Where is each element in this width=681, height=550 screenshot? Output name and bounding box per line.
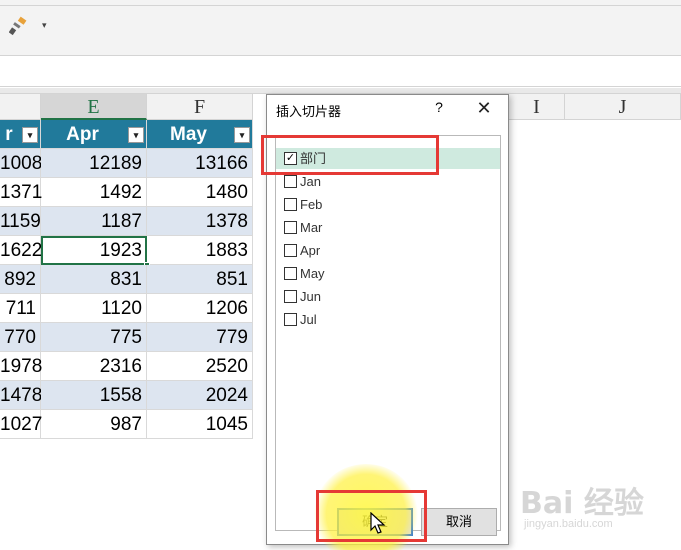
table-row: 1371 1492 1480 xyxy=(0,178,266,207)
table-row: 1027 987 1045 xyxy=(0,410,266,439)
filter-dropdown-icon[interactable]: ▾ xyxy=(22,127,38,143)
highlight-box-department xyxy=(261,135,439,175)
table-cell[interactable]: 831 xyxy=(41,265,147,294)
table-row: 711 1120 1206 xyxy=(0,294,266,323)
checkbox-icon[interactable] xyxy=(284,198,297,211)
table-cell[interactable]: 2316 xyxy=(41,352,147,381)
table-cell[interactable]: 2520 xyxy=(147,352,253,381)
list-item-jul[interactable]: Jul xyxy=(276,309,500,330)
list-item-jun[interactable]: Jun xyxy=(276,286,500,307)
table-cell[interactable]: 711 xyxy=(0,294,41,323)
format-painter-icon[interactable] xyxy=(9,16,29,36)
column-header-e[interactable]: E xyxy=(41,94,147,120)
table-row: 1478 1558 2024 xyxy=(0,381,266,410)
list-item-label: May xyxy=(300,266,325,281)
table-cell[interactable]: 987 xyxy=(41,410,147,439)
table-cell[interactable]: 1045 xyxy=(147,410,253,439)
header-label: r xyxy=(5,124,13,145)
list-item-label: Feb xyxy=(300,197,323,212)
field-list: ✓ 部门 Jan Feb Mar Apr May Jun Jul xyxy=(275,135,501,531)
table-cell[interactable]: 1883 xyxy=(147,236,253,265)
table-row: 1008 12189 13166 xyxy=(0,149,266,178)
list-item-may[interactable]: May xyxy=(276,263,500,284)
list-item-apr[interactable]: Apr xyxy=(276,240,500,261)
table-row: 892 831 851 xyxy=(0,265,266,294)
watermark-logo: Bai 经验 xyxy=(520,486,644,521)
table-cell[interactable]: 1120 xyxy=(41,294,147,323)
column-header-j[interactable]: J xyxy=(565,94,681,120)
checkbox-icon[interactable] xyxy=(284,290,297,303)
filter-dropdown-icon[interactable]: ▾ xyxy=(234,127,250,143)
table-cell[interactable]: 1206 xyxy=(147,294,253,323)
column-header-i[interactable]: I xyxy=(509,94,565,120)
table-header-cell[interactable]: r ▾ xyxy=(0,120,41,149)
column-header-d[interactable] xyxy=(0,94,41,120)
table-cell[interactable]: 1187 xyxy=(41,207,147,236)
dialog-title: 插入切片器 xyxy=(276,104,342,119)
table-cell[interactable]: 1558 xyxy=(41,381,147,410)
table-cell[interactable]: 1480 xyxy=(147,178,253,207)
table-row: 1978 2316 2520 xyxy=(0,352,266,381)
list-item-label: Apr xyxy=(300,243,321,258)
filter-dropdown-icon[interactable]: ▾ xyxy=(128,127,144,143)
list-item-label: Jun xyxy=(300,289,321,304)
watermark-url: jingyan.baidu.com xyxy=(524,518,613,530)
header-label: Apr xyxy=(66,124,99,145)
table-cell[interactable]: 1378 xyxy=(147,207,253,236)
help-button[interactable]: ? xyxy=(431,99,447,117)
list-item-label: Jul xyxy=(300,312,317,327)
table-header-cell[interactable]: May ▾ xyxy=(147,120,253,149)
table-cell[interactable]: 1008 xyxy=(0,149,42,178)
checkbox-icon[interactable] xyxy=(284,244,297,257)
table-cell[interactable]: 770 xyxy=(0,323,41,352)
table-row: 1622 1923 1883 xyxy=(0,236,266,265)
table-cell[interactable]: 1978 xyxy=(0,352,42,381)
table-cell[interactable]: 1622 xyxy=(0,236,42,265)
table-cell[interactable]: 779 xyxy=(147,323,253,352)
checkbox-icon[interactable] xyxy=(284,175,297,188)
close-button[interactable]: ✕ xyxy=(473,97,495,119)
table-cell[interactable]: 12189 xyxy=(41,149,147,178)
active-cell[interactable]: 1923 xyxy=(41,236,147,265)
table-cell[interactable]: 892 xyxy=(0,265,41,294)
table-cell[interactable]: 1159 xyxy=(0,207,41,236)
table-row: 1159 1187 1378 xyxy=(0,207,266,236)
checkbox-icon[interactable] xyxy=(284,313,297,326)
table-cell[interactable]: 2024 xyxy=(147,381,253,410)
table-row: 770 775 779 xyxy=(0,323,266,352)
ribbon: ▾ xyxy=(0,6,681,56)
checkbox-icon[interactable] xyxy=(284,267,297,280)
table-cell[interactable]: 1027 xyxy=(0,410,42,439)
mouse-pointer-icon xyxy=(370,512,386,534)
cancel-button[interactable]: 取消 xyxy=(421,508,497,536)
table-cell[interactable]: 775 xyxy=(41,323,147,352)
list-item-feb[interactable]: Feb xyxy=(276,194,500,215)
watermark: Bai 经验 jingyan.baidu.com xyxy=(520,478,680,538)
column-header-f[interactable]: F xyxy=(147,94,253,120)
table-cell[interactable]: 1371 xyxy=(0,178,42,207)
checkbox-icon[interactable] xyxy=(284,221,297,234)
list-item-label: Mar xyxy=(300,220,323,235)
table-cell[interactable]: 1478 xyxy=(0,381,42,410)
table-cell[interactable]: 851 xyxy=(147,265,253,294)
table-header-cell[interactable]: Apr ▾ xyxy=(41,120,147,149)
table-cell[interactable]: 1492 xyxy=(41,178,147,207)
header-label: May xyxy=(170,124,207,145)
table-cell[interactable]: 13166 xyxy=(147,149,253,178)
table-header-row: r ▾ Apr ▾ May ▾ xyxy=(0,120,266,149)
formula-bar[interactable] xyxy=(0,57,681,87)
list-item-mar[interactable]: Mar xyxy=(276,217,500,238)
quick-access-dropdown-icon[interactable]: ▾ xyxy=(42,20,47,31)
